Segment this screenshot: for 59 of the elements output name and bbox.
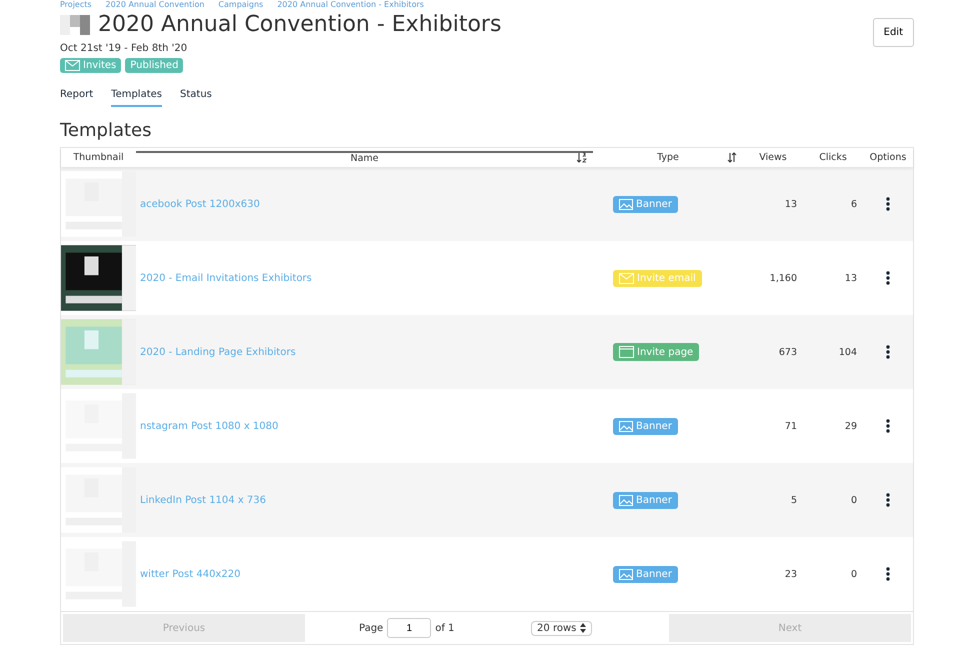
template-name-link[interactable]: nstagram Post 1080 x 1080 [140,420,278,432]
template-name-link[interactable]: 2020 - Landing Page Exhibitors [140,346,296,358]
more-options-icon[interactable] [886,567,890,581]
views-count: 5 [790,494,797,506]
tab[interactable]: Report [60,89,94,107]
views-count: 71 [784,420,797,432]
type-badge: Invite email [613,270,702,286]
breadcrumb-link[interactable]: 2020 Annual Convention [106,0,204,10]
sort-icon[interactable] [577,152,587,163]
type-badge: Banner [613,492,678,508]
views-count: 13 [784,198,797,210]
column-header[interactable]: Name [136,151,593,164]
clicks-count: 0 [850,568,857,580]
column-header: Options [868,152,908,163]
breadcrumb-link[interactable]: Campaigns [218,0,264,10]
rows-per-page-select[interactable]: 20 rows [531,620,592,636]
clicks-count: 6 [850,198,857,210]
type-badge: Banner [613,418,678,434]
type-badge: Banner [613,566,678,582]
views-count: 1,160 [770,272,797,284]
page-total: of 1 [435,622,454,634]
template-name-link[interactable]: 2020 - Email Invitations Exhibitors [140,272,312,284]
more-options-icon[interactable] [886,197,890,211]
previous-button[interactable]: Previous [63,614,305,642]
tab[interactable]: Templates [111,89,162,107]
views-count: 23 [784,568,797,580]
breadcrumb-link[interactable]: 2020 Annual Convention - Exhibitors [277,0,424,10]
template-name-link[interactable]: acebook Post 1200x630 [140,198,260,210]
date-range: Oct 21st '19 - Feb 8th '20 [60,43,188,54]
breadcrumb-link[interactable]: Projects [60,0,92,10]
type-badge: Banner [613,196,678,212]
up-down-arrows-icon [580,623,586,633]
section-title: Templates [60,120,153,141]
template-name-link[interactable]: LinkedIn Post 1104 x 736 [140,494,266,506]
status-badge: Published [125,58,184,73]
status-badge: Invites [60,58,122,73]
column-header[interactable]: Views [743,152,803,163]
views-count: 673 [778,346,797,358]
column-header[interactable]: Clicks [803,152,863,163]
tab[interactable]: Status [180,89,212,107]
page-title: 2020 Annual Convention - Exhibitors [98,12,502,37]
more-options-icon[interactable] [886,345,890,359]
logo-icon [60,14,90,34]
more-options-icon[interactable] [886,419,890,433]
page-number-field[interactable]: 1 [387,618,432,638]
clicks-count: 13 [844,272,857,284]
type-badge: Invite page [613,343,700,361]
more-options-icon[interactable] [886,493,890,507]
clicks-count: 29 [844,420,857,432]
template-name-link[interactable]: witter Post 440x220 [140,568,240,580]
sort-icon[interactable] [727,152,737,163]
next-button[interactable]: Next [669,614,911,642]
page-label: Page [359,622,384,634]
clicks-count: 104 [838,346,857,358]
column-header[interactable]: Type [593,152,743,163]
clicks-count: 0 [850,494,857,506]
more-options-icon[interactable] [886,271,890,285]
edit-button[interactable]: Edit [872,18,914,47]
column-header[interactable]: Thumbnail [61,152,136,163]
